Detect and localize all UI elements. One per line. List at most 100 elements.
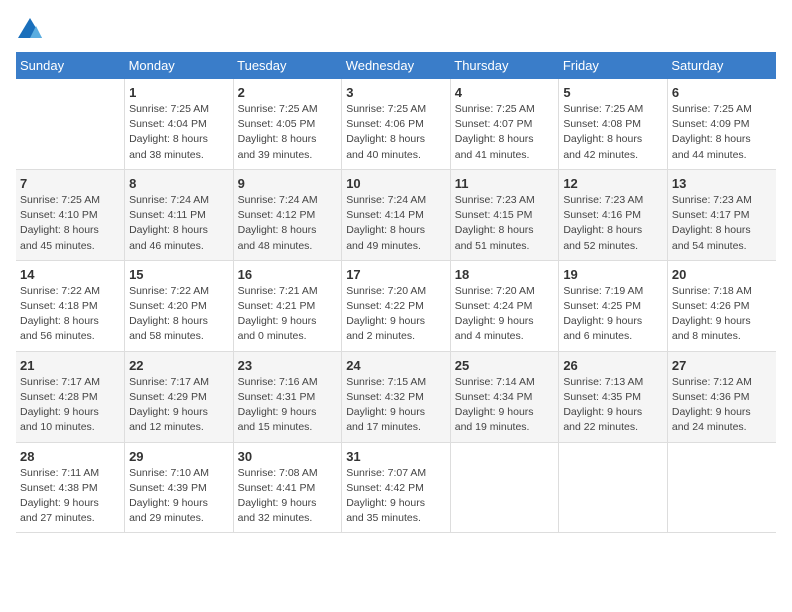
weekday-header-tuesday: Tuesday: [233, 52, 342, 79]
day-number: 23: [238, 358, 338, 373]
calendar-cell: [559, 442, 668, 533]
day-info: Sunrise: 7:25 AMSunset: 4:07 PMDaylight:…: [455, 102, 555, 163]
day-number: 17: [346, 267, 446, 282]
day-info: Sunrise: 7:17 AMSunset: 4:28 PMDaylight:…: [20, 375, 120, 436]
day-info: Sunrise: 7:22 AMSunset: 4:18 PMDaylight:…: [20, 284, 120, 345]
day-info: Sunrise: 7:08 AMSunset: 4:41 PMDaylight:…: [238, 466, 338, 527]
day-number: 14: [20, 267, 120, 282]
day-info: Sunrise: 7:20 AMSunset: 4:22 PMDaylight:…: [346, 284, 446, 345]
day-number: 4: [455, 85, 555, 100]
day-info: Sunrise: 7:15 AMSunset: 4:32 PMDaylight:…: [346, 375, 446, 436]
weekday-header-sunday: Sunday: [16, 52, 125, 79]
calendar-cell: 21 Sunrise: 7:17 AMSunset: 4:28 PMDayligh…: [16, 351, 125, 442]
calendar-cell: 18Sunrise: 7:20 AMSunset: 4:24 PMDayligh…: [450, 260, 559, 351]
day-info: Sunrise: 7:10 AMSunset: 4:39 PMDaylight:…: [129, 466, 229, 527]
day-info: Sunrise: 7:24 AMSunset: 4:11 PMDaylight:…: [129, 193, 229, 254]
day-number: 13: [672, 176, 772, 191]
day-info: Sunrise: 7:20 AMSunset: 4:24 PMDaylight:…: [455, 284, 555, 345]
calendar-cell: 19 Sunrise: 7:19 AMSunset: 4:25 PMDayligh…: [559, 260, 668, 351]
calendar-cell: 26 Sunrise: 7:13 AMSunset: 4:35 PMDayligh…: [559, 351, 668, 442]
calendar-week-5: 28 Sunrise: 7:11 AMSunset: 4:38 PMDayligh…: [16, 442, 776, 533]
day-number: 28: [20, 449, 120, 464]
calendar-cell: 11 Sunrise: 7:23 AMSunset: 4:15 PMDayligh…: [450, 169, 559, 260]
calendar-cell: 7 Sunrise: 7:25 AMSunset: 4:10 PMDaylight…: [16, 169, 125, 260]
day-info: Sunrise: 7:11 AMSunset: 4:38 PMDaylight:…: [20, 466, 120, 527]
day-number: 27: [672, 358, 772, 373]
day-info: Sunrise: 7:13 AMSunset: 4:35 PMDaylight:…: [563, 375, 663, 436]
day-info: Sunrise: 7:07 AMSunset: 4:42 PMDaylight:…: [346, 466, 446, 527]
weekday-header-thursday: Thursday: [450, 52, 559, 79]
weekday-header-wednesday: Wednesday: [342, 52, 451, 79]
calendar-cell: 10 Sunrise: 7:24 AMSunset: 4:14 PMDayligh…: [342, 169, 451, 260]
day-number: 12: [563, 176, 663, 191]
day-number: 21: [20, 358, 120, 373]
day-info: Sunrise: 7:23 AMSunset: 4:15 PMDaylight:…: [455, 193, 555, 254]
day-number: 16: [238, 267, 338, 282]
calendar-cell: 20 Sunrise: 7:18 AMSunset: 4:26 PMDayligh…: [667, 260, 776, 351]
day-number: 26: [563, 358, 663, 373]
calendar-cell: [450, 442, 559, 533]
calendar-week-3: 14 Sunrise: 7:22 AMSunset: 4:18 PMDayligh…: [16, 260, 776, 351]
day-number: 24: [346, 358, 446, 373]
day-number: 20: [672, 267, 772, 282]
day-info: Sunrise: 7:19 AMSunset: 4:25 PMDaylight:…: [563, 284, 663, 345]
day-number: 15: [129, 267, 229, 282]
calendar-cell: 16 Sunrise: 7:21 AMSunset: 4:21 PMDayligh…: [233, 260, 342, 351]
calendar-table: SundayMondayTuesdayWednesdayThursdayFrid…: [16, 52, 776, 533]
calendar-cell: 24 Sunrise: 7:15 AMSunset: 4:32 PMDayligh…: [342, 351, 451, 442]
calendar-cell: 2 Sunrise: 7:25 AMSunset: 4:05 PMDaylight…: [233, 79, 342, 169]
calendar-cell: 13 Sunrise: 7:23 AMSunset: 4:17 PMDayligh…: [667, 169, 776, 260]
calendar-cell: 25Sunrise: 7:14 AMSunset: 4:34 PMDayligh…: [450, 351, 559, 442]
calendar-cell: 3 Sunrise: 7:25 AMSunset: 4:06 PMDaylight…: [342, 79, 451, 169]
calendar-cell: 8 Sunrise: 7:24 AMSunset: 4:11 PMDaylight…: [125, 169, 234, 260]
day-info: Sunrise: 7:17 AMSunset: 4:29 PMDaylight:…: [129, 375, 229, 436]
calendar-cell: 6Sunrise: 7:25 AMSunset: 4:09 PMDaylight…: [667, 79, 776, 169]
day-info: Sunrise: 7:25 AMSunset: 4:06 PMDaylight:…: [346, 102, 446, 163]
calendar-cell: 23 Sunrise: 7:16 AMSunset: 4:31 PMDayligh…: [233, 351, 342, 442]
calendar-cell: 30Sunrise: 7:08 AMSunset: 4:41 PMDayligh…: [233, 442, 342, 533]
day-number: 9: [238, 176, 338, 191]
day-info: Sunrise: 7:24 AMSunset: 4:14 PMDaylight:…: [346, 193, 446, 254]
day-info: Sunrise: 7:25 AMSunset: 4:04 PMDaylight:…: [129, 102, 229, 163]
day-info: Sunrise: 7:16 AMSunset: 4:31 PMDaylight:…: [238, 375, 338, 436]
day-info: Sunrise: 7:23 AMSunset: 4:16 PMDaylight:…: [563, 193, 663, 254]
calendar-cell: 14 Sunrise: 7:22 AMSunset: 4:18 PMDayligh…: [16, 260, 125, 351]
calendar-cell: 29 Sunrise: 7:10 AMSunset: 4:39 PMDayligh…: [125, 442, 234, 533]
day-number: 19: [563, 267, 663, 282]
weekday-header-row: SundayMondayTuesdayWednesdayThursdayFrid…: [16, 52, 776, 79]
day-info: Sunrise: 7:14 AMSunset: 4:34 PMDaylight:…: [455, 375, 555, 436]
day-info: Sunrise: 7:22 AMSunset: 4:20 PMDaylight:…: [129, 284, 229, 345]
calendar-cell: 28 Sunrise: 7:11 AMSunset: 4:38 PMDayligh…: [16, 442, 125, 533]
day-number: 8: [129, 176, 229, 191]
calendar-cell: 9Sunrise: 7:24 AMSunset: 4:12 PMDaylight…: [233, 169, 342, 260]
calendar-cell: 17 Sunrise: 7:20 AMSunset: 4:22 PMDayligh…: [342, 260, 451, 351]
day-info: Sunrise: 7:21 AMSunset: 4:21 PMDaylight:…: [238, 284, 338, 345]
day-number: 11: [455, 176, 555, 191]
calendar-cell: 15 Sunrise: 7:22 AMSunset: 4:20 PMDayligh…: [125, 260, 234, 351]
weekday-header-friday: Friday: [559, 52, 668, 79]
day-info: Sunrise: 7:25 AMSunset: 4:05 PMDaylight:…: [238, 102, 338, 163]
day-info: Sunrise: 7:25 AMSunset: 4:08 PMDaylight:…: [563, 102, 663, 163]
day-number: 10: [346, 176, 446, 191]
day-number: 29: [129, 449, 229, 464]
calendar-cell: 1 Sunrise: 7:25 AMSunset: 4:04 PMDaylight…: [125, 79, 234, 169]
calendar-week-2: 7 Sunrise: 7:25 AMSunset: 4:10 PMDaylight…: [16, 169, 776, 260]
day-number: 2: [238, 85, 338, 100]
day-info: Sunrise: 7:23 AMSunset: 4:17 PMDaylight:…: [672, 193, 772, 254]
calendar-cell: [16, 79, 125, 169]
day-number: 5: [563, 85, 663, 100]
weekday-header-saturday: Saturday: [667, 52, 776, 79]
calendar-body: 1 Sunrise: 7:25 AMSunset: 4:04 PMDaylight…: [16, 79, 776, 533]
day-info: Sunrise: 7:25 AMSunset: 4:10 PMDaylight:…: [20, 193, 120, 254]
calendar-cell: 27Sunrise: 7:12 AMSunset: 4:36 PMDayligh…: [667, 351, 776, 442]
calendar-cell: 31Sunrise: 7:07 AMSunset: 4:42 PMDayligh…: [342, 442, 451, 533]
day-number: 1: [129, 85, 229, 100]
calendar-week-4: 21 Sunrise: 7:17 AMSunset: 4:28 PMDayligh…: [16, 351, 776, 442]
day-info: Sunrise: 7:25 AMSunset: 4:09 PMDaylight:…: [672, 102, 772, 163]
day-number: 22: [129, 358, 229, 373]
calendar-cell: 5 Sunrise: 7:25 AMSunset: 4:08 PMDaylight…: [559, 79, 668, 169]
day-info: Sunrise: 7:18 AMSunset: 4:26 PMDaylight:…: [672, 284, 772, 345]
calendar-cell: 12 Sunrise: 7:23 AMSunset: 4:16 PMDayligh…: [559, 169, 668, 260]
day-number: 3: [346, 85, 446, 100]
day-number: 7: [20, 176, 120, 191]
